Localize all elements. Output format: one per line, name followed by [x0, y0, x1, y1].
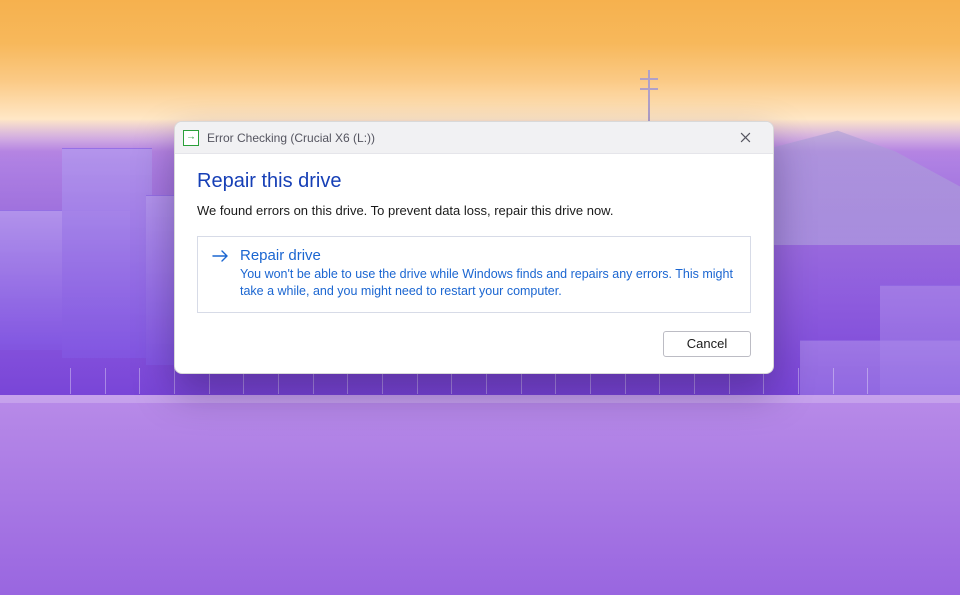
close-icon [740, 132, 751, 143]
close-button[interactable] [723, 123, 767, 153]
window-title: Error Checking (Crucial X6 (L:)) [207, 131, 723, 145]
dialog-heading: Repair this drive [197, 170, 751, 193]
dialog-body: Repair this drive We found errors on thi… [175, 154, 773, 373]
titlebar[interactable]: → Error Checking (Crucial X6 (L:)) [175, 122, 773, 154]
error-checking-dialog: → Error Checking (Crucial X6 (L:)) Repai… [174, 121, 774, 374]
repair-drive-option-body: Repair drive You won't be able to use th… [240, 247, 736, 300]
repair-drive-option-description: You won't be able to use the drive while… [240, 266, 736, 300]
dialog-message: We found errors on this drive. To preven… [197, 203, 751, 218]
arrow-right-icon [212, 247, 230, 300]
dialog-footer: Cancel [197, 313, 751, 357]
repair-drive-option[interactable]: Repair drive You won't be able to use th… [197, 236, 751, 313]
cancel-button[interactable]: Cancel [663, 331, 751, 357]
repair-drive-option-title: Repair drive [240, 247, 736, 264]
error-checking-icon: → [183, 130, 199, 146]
wallpaper-rooftop [0, 395, 960, 595]
